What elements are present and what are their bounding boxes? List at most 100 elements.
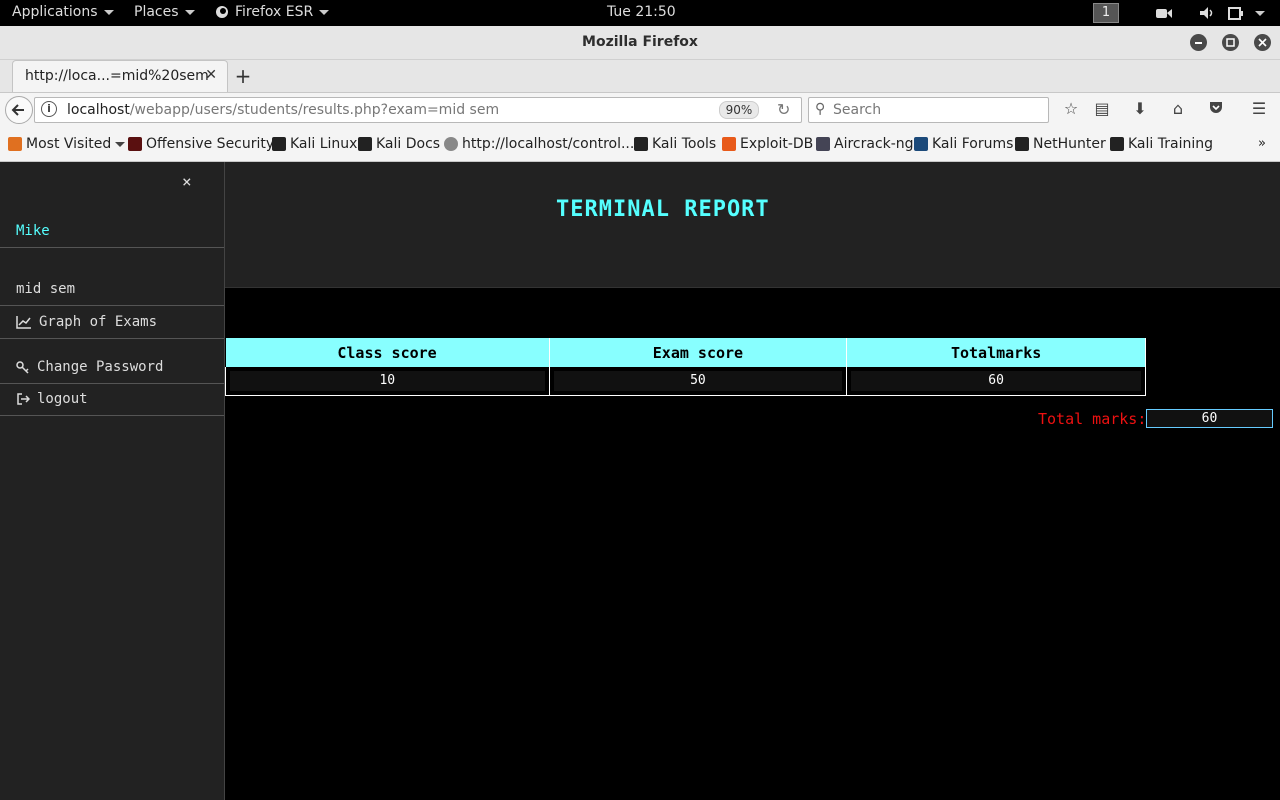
column-header: Exam score bbox=[549, 338, 848, 367]
tab-close-icon[interactable]: ✕ bbox=[205, 67, 217, 83]
search-placeholder: Search bbox=[833, 102, 882, 118]
class-score-value: 10 bbox=[230, 370, 545, 391]
window-titlebar: Mozilla Firefox bbox=[0, 26, 1280, 60]
back-arrow-icon bbox=[11, 104, 24, 116]
line-chart-icon bbox=[16, 316, 31, 329]
site-info-icon[interactable]: i bbox=[41, 101, 57, 117]
total-marks-value: 60 bbox=[851, 370, 1141, 391]
hamburger-menu-icon[interactable]: ☰ bbox=[1249, 99, 1269, 119]
sidebar-divider bbox=[0, 383, 224, 384]
most-visited-icon bbox=[8, 137, 22, 151]
tab-results[interactable]: http://loca...=mid%20sem ✕ bbox=[12, 60, 228, 92]
exploit-db-icon bbox=[722, 137, 736, 151]
firefox-icon bbox=[216, 6, 228, 18]
table-cell: 50 bbox=[548, 367, 848, 396]
sidebar-item-logout[interactable]: logout bbox=[16, 391, 88, 407]
sidebar-close-button[interactable]: × bbox=[182, 172, 192, 191]
bookmark-kali-forums[interactable]: Kali Forums bbox=[914, 136, 1013, 152]
bookmarks-overflow-chevron-icon[interactable]: » bbox=[1258, 136, 1266, 151]
back-button[interactable] bbox=[5, 96, 33, 124]
url-host: localhost bbox=[67, 102, 130, 118]
total-marks-field[interactable]: 60 bbox=[1146, 409, 1273, 428]
bookmark-label: NetHunter bbox=[1033, 136, 1106, 152]
kali-icon bbox=[272, 137, 286, 151]
url-bar[interactable]: i localhost/webapp/users/students/result… bbox=[34, 97, 802, 123]
battery-icon[interactable] bbox=[1228, 5, 1244, 21]
bookmark-kali-docs[interactable]: Kali Docs bbox=[358, 136, 440, 152]
chevron-down-icon bbox=[319, 9, 330, 15]
places-menu[interactable]: Places bbox=[134, 4, 195, 20]
bookmark-aircrack-ng[interactable]: Aircrack-ng bbox=[816, 136, 914, 152]
search-input[interactable]: ⚲ Search bbox=[808, 97, 1049, 123]
bookmark-label: Most Visited bbox=[26, 136, 112, 152]
system-menu-chevron-icon[interactable] bbox=[1255, 11, 1265, 16]
table-cell: 60 bbox=[846, 367, 1146, 396]
bookmark-label: Exploit-DB bbox=[740, 136, 814, 152]
sidebar-item-exam[interactable]: mid sem bbox=[16, 281, 75, 297]
minimize-button[interactable] bbox=[1190, 34, 1207, 51]
maximize-button[interactable] bbox=[1222, 34, 1239, 51]
sidebar-item-label: Graph of Exams bbox=[39, 314, 158, 330]
clock[interactable]: Tue 21:50 bbox=[607, 4, 676, 20]
volume-icon[interactable] bbox=[1199, 5, 1215, 21]
url-path: /webapp/users/students/results.php?exam=… bbox=[129, 102, 500, 118]
table-cell: 10 bbox=[225, 367, 550, 396]
bookmark-label: Offensive Security bbox=[146, 136, 275, 152]
close-icon bbox=[1258, 38, 1267, 47]
sidebar-item-graph[interactable]: Graph of Exams bbox=[16, 314, 157, 330]
bookmark-kali-linux[interactable]: Kali Linux bbox=[272, 136, 357, 152]
report-title: TERMINAL REPORT bbox=[556, 197, 770, 222]
globe-icon bbox=[444, 137, 458, 151]
sidebar-divider bbox=[0, 305, 224, 306]
system-top-bar: Applications Places Firefox ESR Tue 21:5… bbox=[0, 0, 1280, 26]
bookmark-exploit-db[interactable]: Exploit-DB bbox=[722, 136, 813, 152]
sidebar-item-label: logout bbox=[37, 391, 88, 407]
bookmark-nethunter[interactable]: NetHunter bbox=[1015, 136, 1106, 152]
new-tab-button[interactable]: + bbox=[233, 64, 253, 88]
kali-icon bbox=[634, 137, 648, 151]
sidebar-item-change-password[interactable]: Change Password bbox=[16, 359, 163, 375]
reload-icon[interactable]: ↻ bbox=[777, 100, 790, 119]
chevron-down-icon bbox=[184, 9, 195, 15]
column-header: Class score bbox=[225, 338, 550, 367]
bookmarks-toolbar: Most Visited Offensive Security Kali Lin… bbox=[0, 126, 1280, 162]
pocket-icon[interactable] bbox=[1206, 99, 1226, 119]
downloads-icon[interactable]: ⬇ bbox=[1130, 99, 1150, 119]
tab-label: http://loca...=mid%20sem bbox=[25, 68, 209, 84]
offsec-icon bbox=[128, 137, 142, 151]
video-camera-icon[interactable] bbox=[1155, 5, 1173, 21]
exam-score-value: 50 bbox=[553, 370, 843, 391]
column-header: Totalmarks bbox=[846, 338, 1146, 367]
firefox-app-menu[interactable]: Firefox ESR bbox=[215, 4, 330, 20]
close-window-button[interactable] bbox=[1254, 34, 1271, 51]
minimize-icon bbox=[1195, 42, 1202, 44]
table-row: 10 50 60 bbox=[225, 367, 1146, 396]
bookmark-offensive-security[interactable]: Offensive Security bbox=[128, 136, 274, 152]
bookmark-star-icon[interactable]: ☆ bbox=[1061, 99, 1081, 119]
bookmark-localhost-control[interactable]: http://localhost/control... bbox=[444, 136, 634, 152]
workspace-indicator[interactable]: 1 bbox=[1093, 3, 1119, 23]
kali-icon bbox=[1110, 137, 1124, 151]
url-text[interactable]: localhost/webapp/users/students/results.… bbox=[67, 102, 499, 118]
zoom-level[interactable]: 90% bbox=[719, 101, 759, 119]
search-icon: ⚲ bbox=[815, 101, 826, 117]
bookmark-label: Kali Linux bbox=[290, 136, 358, 152]
key-icon bbox=[16, 361, 29, 374]
bookmark-kali-training[interactable]: Kali Training bbox=[1110, 136, 1213, 152]
home-icon[interactable]: ⌂ bbox=[1168, 99, 1188, 119]
chevron-down-icon bbox=[115, 141, 126, 147]
sidebar-divider bbox=[0, 338, 224, 339]
table-header-row: Class score Exam score Totalmarks bbox=[225, 338, 1146, 367]
reading-list-icon[interactable]: ▤ bbox=[1092, 99, 1112, 119]
applications-menu[interactable]: Applications bbox=[12, 4, 114, 20]
chevron-down-icon bbox=[103, 9, 114, 15]
sidebar-item-label: mid sem bbox=[16, 281, 76, 297]
bookmark-label: http://localhost/control... bbox=[462, 136, 635, 152]
pocket-shape-icon bbox=[1210, 102, 1222, 113]
bookmark-kali-tools[interactable]: Kali Tools bbox=[634, 136, 716, 152]
firefox-menu-label: Firefox ESR bbox=[235, 4, 314, 20]
kali-icon bbox=[358, 137, 372, 151]
sign-out-icon bbox=[17, 393, 30, 405]
places-label: Places bbox=[134, 4, 179, 20]
bookmark-most-visited[interactable]: Most Visited bbox=[8, 136, 126, 152]
